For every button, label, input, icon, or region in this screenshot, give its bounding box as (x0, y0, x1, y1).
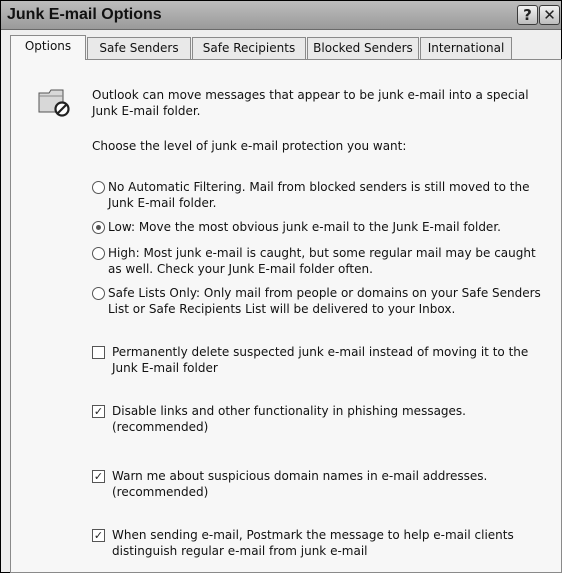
checkbox-disable-links[interactable]: ✓ (92, 405, 105, 418)
options-panel: Outlook can move messages that appear to… (10, 59, 562, 573)
checkbox-permanently-delete[interactable] (92, 346, 105, 359)
tab-label: Safe Recipients (202, 41, 296, 55)
checkmark-icon: ✓ (93, 529, 104, 542)
checkbox-label-postmark[interactable]: When sending e-mail, Postmark the messag… (112, 527, 557, 559)
help-button[interactable]: ? (517, 5, 538, 25)
radio-low[interactable] (92, 221, 105, 234)
protection-prompt: Choose the level of junk e-mail protecti… (92, 139, 407, 153)
tab-label: International (427, 41, 505, 55)
tab-label: Blocked Senders (313, 41, 413, 55)
junk-email-options-dialog: Junk E-mail Options ? ✕ Options Safe Sen… (0, 0, 562, 573)
dialog-title: Junk E-mail Options (7, 6, 162, 23)
radio-high[interactable] (92, 247, 105, 260)
radio-label-safe-lists-only[interactable]: Safe Lists Only: Only mail from people o… (108, 285, 553, 317)
checkbox-label-permanently-delete[interactable]: Permanently delete suspected junk e-mail… (112, 344, 552, 376)
close-icon: ✕ (543, 6, 556, 24)
junk-folder-icon (38, 89, 70, 117)
radio-label-no-filtering[interactable]: No Automatic Filtering. Mail from blocke… (108, 179, 553, 211)
close-button[interactable]: ✕ (539, 5, 560, 25)
tab-label: Options (24, 39, 72, 53)
title-bar[interactable]: Junk E-mail Options ? ✕ (1, 1, 561, 30)
tab-label: Safe Senders (99, 41, 179, 55)
radio-label-high[interactable]: High: Most junk e-mail is caught, but so… (108, 245, 553, 277)
checkmark-icon: ✓ (93, 405, 104, 418)
checkmark-icon: ✓ (93, 470, 104, 483)
tab-options[interactable]: Options (10, 35, 86, 60)
tab-safe-recipients[interactable]: Safe Recipients (192, 37, 306, 59)
tab-safe-senders[interactable]: Safe Senders (87, 37, 191, 59)
radio-no-filtering[interactable] (92, 181, 105, 194)
radio-safe-lists-only[interactable] (92, 287, 105, 300)
checkbox-label-disable-links[interactable]: Disable links and other functionality in… (112, 403, 492, 435)
tab-international[interactable]: International (420, 37, 512, 59)
checkbox-warn-domains[interactable]: ✓ (92, 470, 105, 483)
checkbox-postmark[interactable]: ✓ (92, 529, 105, 542)
checkbox-label-warn-domains[interactable]: Warn me about suspicious domain names in… (112, 468, 522, 500)
help-icon: ? (523, 6, 532, 24)
radio-label-low[interactable]: Low: Move the most obvious junk e-mail t… (108, 219, 553, 235)
tab-blocked-senders[interactable]: Blocked Senders (307, 37, 419, 59)
intro-text: Outlook can move messages that appear to… (92, 88, 529, 118)
